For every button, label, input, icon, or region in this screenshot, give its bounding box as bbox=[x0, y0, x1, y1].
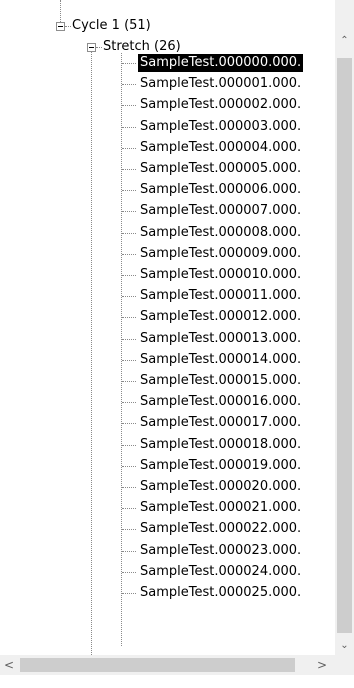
tree-leaf-item[interactable]: SampleTest.000021.000. bbox=[140, 499, 301, 517]
scrollbar-corner bbox=[335, 655, 354, 675]
tree-connector-line bbox=[121, 53, 122, 646]
chevron-down-icon[interactable]: ⌄ bbox=[335, 637, 354, 655]
tree-leaf-item[interactable]: SampleTest.000008.000. bbox=[140, 224, 301, 242]
tree-connector-line bbox=[122, 105, 136, 106]
tree-leaf-item[interactable]: SampleTest.000014.000. bbox=[140, 351, 301, 369]
tree-leaf-item[interactable]: SampleTest.000011.000. bbox=[140, 287, 301, 305]
vertical-scroll-thumb[interactable] bbox=[337, 58, 352, 633]
horizontal-scrollbar[interactable]: < > bbox=[0, 655, 335, 675]
tree-connector-line bbox=[122, 254, 136, 255]
chevron-up-icon[interactable]: ⌃ bbox=[335, 32, 354, 50]
tree-leaf-item[interactable]: SampleTest.000020.000. bbox=[140, 478, 301, 496]
tree-connector-line bbox=[122, 275, 136, 276]
tree-connector-line bbox=[122, 572, 136, 573]
tree-connector-line bbox=[122, 445, 136, 446]
tree-connector-line bbox=[122, 593, 136, 594]
tree-leaf-item[interactable]: SampleTest.000017.000. bbox=[140, 414, 301, 432]
tree-leaf-item[interactable]: SampleTest.000010.000. bbox=[140, 266, 301, 284]
collapse-toggle-cycle[interactable] bbox=[56, 22, 65, 31]
horizontal-scroll-thumb[interactable] bbox=[20, 658, 295, 672]
chevron-left-icon[interactable]: < bbox=[0, 655, 18, 675]
tree-connector-line bbox=[122, 529, 136, 530]
tree-connector-line bbox=[122, 508, 136, 509]
tree-leaf-item[interactable]: SampleTest.000006.000. bbox=[140, 181, 301, 199]
tree-leaf-item[interactable]: SampleTest.000018.000. bbox=[140, 436, 301, 454]
tree-connector-line bbox=[122, 317, 136, 318]
tree-connector-line bbox=[122, 402, 136, 403]
tree-connector-line bbox=[122, 423, 136, 424]
tree-connector-line bbox=[122, 339, 136, 340]
tree-leaf-item[interactable]: SampleTest.000024.000. bbox=[140, 563, 301, 581]
tree-connector-line bbox=[60, 0, 61, 22]
tree-connector-line bbox=[122, 466, 136, 467]
tree-connector-line bbox=[122, 169, 136, 170]
tree-connector-line bbox=[122, 360, 136, 361]
tree-leaf-item[interactable]: SampleTest.000003.000. bbox=[140, 118, 301, 136]
tree-leaf-item[interactable]: SampleTest.000016.000. bbox=[140, 393, 301, 411]
tree-connector-line bbox=[122, 127, 136, 128]
tree-connector-line bbox=[122, 487, 136, 488]
tree-leaf-item[interactable]: SampleTest.000012.000. bbox=[140, 308, 301, 326]
tree-leaf-item[interactable]: SampleTest.000001.000. bbox=[140, 75, 301, 93]
tree-connector-line bbox=[122, 296, 136, 297]
tree-connector-line bbox=[122, 211, 136, 212]
tree-leaf-item[interactable]: SampleTest.000023.000. bbox=[140, 542, 301, 560]
tree-connector-line bbox=[122, 551, 136, 552]
tree-leaf-item[interactable]: SampleTest.000025.000. bbox=[140, 584, 301, 602]
tree-leaf-item[interactable]: SampleTest.000005.000. bbox=[140, 160, 301, 178]
tree-leaf-item[interactable]: SampleTest.000000.000. bbox=[138, 54, 304, 72]
tree-connector-line bbox=[96, 47, 102, 48]
collapse-toggle-stretch[interactable] bbox=[87, 43, 96, 52]
chevron-right-icon[interactable]: > bbox=[313, 655, 331, 675]
tree-connector-line bbox=[65, 26, 71, 27]
tree-connector-line bbox=[122, 381, 136, 382]
tree-leaf-item[interactable]: SampleTest.000004.000. bbox=[140, 139, 301, 157]
tree-leaf-item[interactable]: SampleTest.000002.000. bbox=[140, 96, 301, 114]
tree-connector-line bbox=[122, 233, 136, 234]
tree-connector-line bbox=[122, 148, 136, 149]
tree-leaf-item[interactable]: SampleTest.000019.000. bbox=[140, 457, 301, 475]
tree-node-cycle[interactable]: Cycle 1 (51) bbox=[72, 17, 151, 35]
tree-leaf-item[interactable]: SampleTest.000022.000. bbox=[140, 520, 301, 538]
tree-leaf-item[interactable]: SampleTest.000007.000. bbox=[140, 202, 301, 220]
tree-leaf-item[interactable]: SampleTest.000009.000. bbox=[140, 245, 301, 263]
tree-connector-line bbox=[122, 190, 136, 191]
tree-connector-line bbox=[122, 63, 136, 64]
vertical-scrollbar[interactable]: ⌃ ⌄ bbox=[335, 0, 354, 655]
tree-connector-line bbox=[122, 84, 136, 85]
tree-leaf-item[interactable]: SampleTest.000015.000. bbox=[140, 372, 301, 390]
tree-view[interactable]: Cycle 1 (51) Stretch (26) SampleTest.000… bbox=[0, 0, 354, 688]
tree-leaf-item[interactable]: SampleTest.000013.000. bbox=[140, 330, 301, 348]
bottom-strip bbox=[0, 675, 354, 688]
tree-connector-line bbox=[91, 48, 92, 655]
